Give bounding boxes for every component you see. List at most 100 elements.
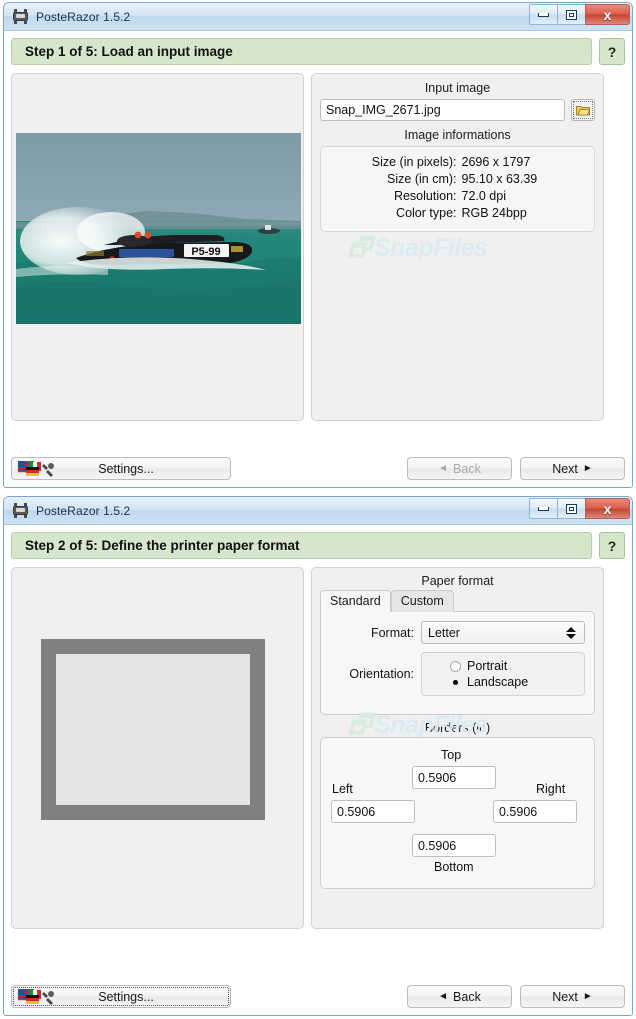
language-flags-icon — [18, 460, 58, 477]
footer-window1: Settings... ◄ Back Next ► — [11, 457, 625, 480]
paper-preview-pane — [11, 567, 304, 929]
back-button-label: Back — [453, 989, 481, 1004]
flags-glyph — [18, 988, 54, 1005]
arrow-right-icon: ► — [582, 463, 593, 474]
flags-glyph — [18, 460, 54, 477]
window-title: PosteRazor 1.5.2 — [36, 503, 131, 518]
snapfiles-watermark: 🗗 SnapFiles — [348, 229, 488, 272]
folder-open-icon — [573, 101, 593, 119]
borders-group-label: Borders (in) — [424, 721, 491, 735]
info-value: 95.10 x 63.39 — [461, 172, 538, 186]
info-value: 72.0 dpi — [461, 189, 506, 203]
window-posterazor-step2: PosteRazor 1.5.2 x Step 2 of 5: Define t… — [3, 496, 633, 1016]
folder-open-glyph — [576, 106, 590, 116]
panes-window2: 🗗 SnapFiles Paper format Standard Custom … — [11, 567, 625, 929]
info-row: Size (in cm): 95.10 x 63.39 — [327, 171, 588, 188]
close-icon: x — [603, 500, 612, 517]
info-key: Size (in pixels): — [371, 155, 457, 169]
settings-button-label: Settings... — [98, 461, 154, 476]
step-title: Step 2 of 5: Define the printer paper fo… — [11, 532, 592, 559]
snapfiles-logo-icon: 🗗 — [348, 234, 371, 262]
maximize-button[interactable] — [557, 4, 586, 25]
help-button[interactable]: ? — [599, 532, 625, 559]
borders-panel: Top 0.5906 Left 0.5906 Right 0.5906 0.59… — [320, 737, 595, 889]
image-preview-pane: P5-99 — [11, 73, 304, 421]
maximize-button[interactable] — [557, 498, 586, 519]
radio-landscape[interactable]: Landscape — [422, 674, 584, 690]
paper-format-group-label: Paper format — [421, 574, 494, 588]
titlebar-window2[interactable]: PosteRazor 1.5.2 x — [4, 497, 632, 525]
next-button[interactable]: Next ► — [520, 457, 625, 480]
maximize-icon — [566, 9, 577, 20]
arrow-right-icon: ► — [582, 991, 593, 1002]
printer-icon — [12, 503, 29, 518]
info-row: Resolution: 72.0 dpi — [327, 188, 588, 205]
back-button[interactable]: ◄ Back — [407, 457, 512, 480]
radio-portrait-label: Portrait — [467, 659, 508, 673]
image-preview: P5-99 — [16, 133, 301, 324]
border-bottom-input[interactable]: 0.5906 — [412, 834, 496, 857]
format-select-value: Letter — [428, 625, 460, 640]
browse-image-button[interactable] — [571, 99, 595, 121]
arrow-left-icon: ◄ — [438, 991, 449, 1002]
window-controls: x — [529, 498, 630, 519]
border-left-input[interactable]: 0.5906 — [331, 800, 415, 823]
input-image-pane: 🗗 SnapFiles Input image Snap_IMG_2671.jpg — [311, 73, 604, 421]
info-key: Color type: — [396, 206, 457, 220]
orientation-row: Orientation: Portrait Landscape — [330, 652, 585, 696]
border-right-label: Right — [536, 782, 566, 796]
format-select[interactable]: Letter — [421, 621, 585, 644]
input-image-row: Snap_IMG_2671.jpg — [312, 99, 603, 121]
border-top-input[interactable]: 0.5906 — [412, 766, 496, 789]
paper-printable-area — [56, 654, 250, 805]
step-row-1: Step 1 of 5: Load an input image ? — [11, 38, 625, 65]
border-left-label: Left — [332, 782, 353, 796]
window-posterazor-step1: PosteRazor 1.5.2 x Step 1 of 5: Load an … — [3, 2, 633, 488]
spinner-updown-icon — [566, 626, 576, 639]
help-button[interactable]: ? — [599, 38, 625, 65]
minimize-icon — [538, 12, 549, 17]
input-image-field[interactable]: Snap_IMG_2671.jpg — [320, 99, 565, 121]
border-right-input[interactable]: 0.5906 — [493, 800, 577, 823]
settings-button[interactable]: Settings... — [11, 985, 231, 1008]
info-key: Size (in cm): — [387, 172, 457, 186]
radio-landscape-icon — [450, 676, 461, 688]
image-information-box: Size (in pixels): 2696 x 1797 Size (in c… — [320, 146, 595, 232]
info-row: Size (in pixels): 2696 x 1797 — [327, 154, 588, 171]
paper-format-tabs: Standard Custom — [312, 590, 603, 612]
titlebar-window1[interactable]: PosteRazor 1.5.2 x — [4, 3, 632, 31]
footer-window2: Settings... ◄ Back Next ► — [11, 985, 625, 1008]
paper-format-pane: 🗗 SnapFiles Paper format Standard Custom … — [311, 567, 604, 929]
minimize-button[interactable] — [529, 4, 558, 25]
radio-portrait[interactable]: Portrait — [422, 658, 584, 674]
back-button[interactable]: ◄ Back — [407, 985, 512, 1008]
radio-landscape-label: Landscape — [467, 675, 529, 689]
close-button[interactable]: x — [585, 498, 630, 519]
border-top-label: Top — [441, 748, 462, 762]
window-title: PosteRazor 1.5.2 — [36, 9, 131, 24]
orientation-radio-group: Portrait Landscape — [421, 652, 585, 696]
info-key: Resolution: — [393, 189, 457, 203]
client-area-window1: Step 1 of 5: Load an input image ? P5-99… — [4, 31, 632, 487]
screen: PosteRazor 1.5.2 x Step 1 of 5: Load an … — [0, 0, 636, 1019]
language-flags-icon — [18, 988, 58, 1005]
format-label: Format: — [370, 625, 414, 640]
minimize-button[interactable] — [529, 498, 558, 519]
step-title: Step 1 of 5: Load an input image — [11, 38, 592, 65]
close-icon: x — [603, 6, 612, 23]
window-controls: x — [529, 4, 630, 25]
tab-standard[interactable]: Standard — [320, 590, 391, 612]
settings-button[interactable]: Settings... — [11, 457, 231, 480]
nav-buttons-window2: ◄ Back Next ► — [407, 985, 625, 1008]
next-button-label: Next — [552, 461, 578, 476]
format-row: Format: Letter — [330, 621, 585, 644]
tab-custom[interactable]: Custom — [390, 590, 454, 612]
info-value: 2696 x 1797 — [461, 155, 531, 169]
next-button[interactable]: Next ► — [520, 985, 625, 1008]
info-value: RGB 24bpp — [461, 206, 527, 220]
close-button[interactable]: x — [585, 4, 630, 25]
next-button-label: Next — [552, 989, 578, 1004]
minimize-icon — [538, 506, 549, 511]
arrow-left-icon: ◄ — [438, 463, 449, 474]
orientation-label: Orientation: — [349, 667, 414, 681]
